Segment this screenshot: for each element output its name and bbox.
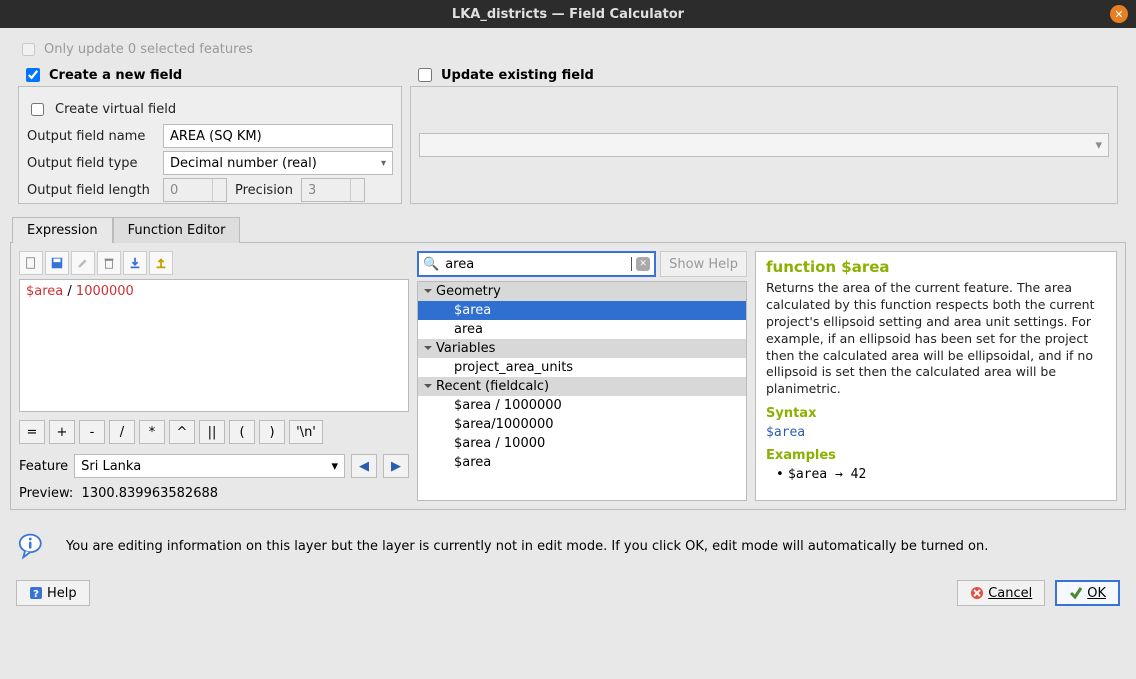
expression-editor[interactable]: $area / 1000000	[19, 279, 409, 412]
op-lparen[interactable]: (	[229, 420, 255, 444]
op-plus[interactable]: +	[49, 420, 75, 444]
help-description: Returns the area of the current feature.…	[766, 280, 1106, 398]
save-icon[interactable]	[45, 251, 69, 275]
only-update-label: Only update 0 selected features	[44, 42, 253, 57]
search-input[interactable]: 🔍 ✕	[417, 251, 656, 277]
preview-row: Preview: 1300.839963582688	[19, 486, 409, 501]
delete-icon[interactable]	[97, 251, 121, 275]
create-new-label: Create a new field	[49, 68, 182, 83]
tree-item[interactable]: $area	[418, 301, 746, 320]
chevron-down-icon: ▾	[331, 459, 338, 474]
prev-feature-button[interactable]: ◀	[351, 454, 377, 478]
help-icon: ?	[29, 586, 43, 600]
tree-item[interactable]: area	[418, 320, 746, 339]
tree-group-recent[interactable]: Recent (fieldcalc)	[418, 377, 746, 396]
cancel-button[interactable]: Cancel	[957, 580, 1045, 606]
help-syntax-label: Syntax	[766, 406, 1106, 421]
clear-search-icon[interactable]: ✕	[636, 257, 650, 271]
chevron-down-icon: ▾	[1095, 138, 1102, 153]
operator-row: = + - / * ^ || ( ) '\n'	[19, 420, 409, 444]
help-panel: function $area Returns the area of the c…	[755, 251, 1117, 501]
ok-button[interactable]: OK	[1055, 580, 1120, 606]
output-name-field[interactable]	[163, 124, 393, 148]
search-field[interactable]	[443, 254, 629, 274]
update-existing-checkbox[interactable]	[418, 68, 432, 82]
tab-function-editor[interactable]: Function Editor	[113, 217, 241, 243]
op-multiply[interactable]: *	[139, 420, 165, 444]
help-example: $area → 42	[766, 467, 1106, 482]
create-new-checkbox[interactable]	[26, 68, 40, 82]
only-update-checkbox	[22, 43, 35, 56]
output-name-label: Output field name	[27, 129, 155, 144]
export-icon[interactable]	[149, 251, 173, 275]
precision-label: Precision	[235, 183, 293, 198]
precision-stepper[interactable]: 3	[301, 178, 365, 202]
output-length-label: Output field length	[27, 183, 155, 198]
help-examples-label: Examples	[766, 448, 1106, 463]
update-field-box: ▾	[410, 86, 1118, 204]
help-title: function $area	[766, 258, 1106, 276]
chevron-down-icon: ▾	[381, 158, 386, 169]
op-rparen[interactable]: )	[259, 420, 285, 444]
function-tree[interactable]: Geometry $area area Variables project_ar…	[417, 281, 747, 501]
tab-expression[interactable]: Expression	[12, 217, 113, 243]
tree-item[interactable]: $area / 10000	[418, 434, 746, 453]
import-icon[interactable]	[123, 251, 147, 275]
search-icon: 🔍	[423, 257, 439, 272]
cancel-icon	[970, 586, 984, 600]
feature-select[interactable]: Sri Lanka ▾	[74, 454, 345, 478]
op-equals[interactable]: =	[19, 420, 45, 444]
tree-item[interactable]: $area / 1000000	[418, 396, 746, 415]
help-button[interactable]: ? Help	[16, 580, 90, 606]
tree-item[interactable]: project_area_units	[418, 358, 746, 377]
edit-icon[interactable]	[71, 251, 95, 275]
op-newline[interactable]: '\n'	[289, 420, 323, 444]
close-icon[interactable]: ✕	[1110, 5, 1128, 23]
show-help-button: Show Help	[660, 251, 747, 277]
output-type-select[interactable]: Decimal number (real) ▾	[163, 151, 393, 175]
cursor-caret	[631, 257, 632, 271]
new-field-box: Create virtual field Output field name O…	[18, 86, 402, 204]
new-file-icon[interactable]	[19, 251, 43, 275]
op-power[interactable]: ^	[169, 420, 195, 444]
svg-text:?: ?	[33, 589, 39, 600]
titlebar: LKA_districts — Field Calculator ✕	[0, 0, 1136, 28]
next-feature-button[interactable]: ▶	[383, 454, 409, 478]
help-syntax: $area	[766, 425, 1106, 440]
op-divide[interactable]: /	[109, 420, 135, 444]
existing-field-select: ▾	[419, 133, 1109, 157]
tree-group-geometry[interactable]: Geometry	[418, 282, 746, 301]
virtual-field-label: Create virtual field	[55, 102, 176, 117]
virtual-field-checkbox[interactable]	[31, 103, 44, 116]
op-minus[interactable]: -	[79, 420, 105, 444]
ok-icon	[1069, 586, 1083, 600]
window-title: LKA_districts — Field Calculator	[452, 7, 684, 22]
output-type-label: Output field type	[27, 156, 155, 171]
tree-item[interactable]: $area	[418, 453, 746, 472]
only-update-row: Only update 0 selected features	[18, 38, 1118, 60]
op-concat[interactable]: ||	[199, 420, 225, 444]
update-existing-label: Update existing field	[441, 68, 594, 83]
tree-group-variables[interactable]: Variables	[418, 339, 746, 358]
output-type-value: Decimal number (real)	[170, 156, 317, 171]
info-message: You are editing information on this laye…	[66, 539, 988, 554]
output-length-stepper[interactable]: 0	[163, 178, 227, 202]
feature-label: Feature	[19, 459, 68, 474]
preview-value: 1300.839963582688	[82, 486, 218, 501]
info-icon	[18, 532, 46, 560]
tree-item[interactable]: $area/1000000	[418, 415, 746, 434]
